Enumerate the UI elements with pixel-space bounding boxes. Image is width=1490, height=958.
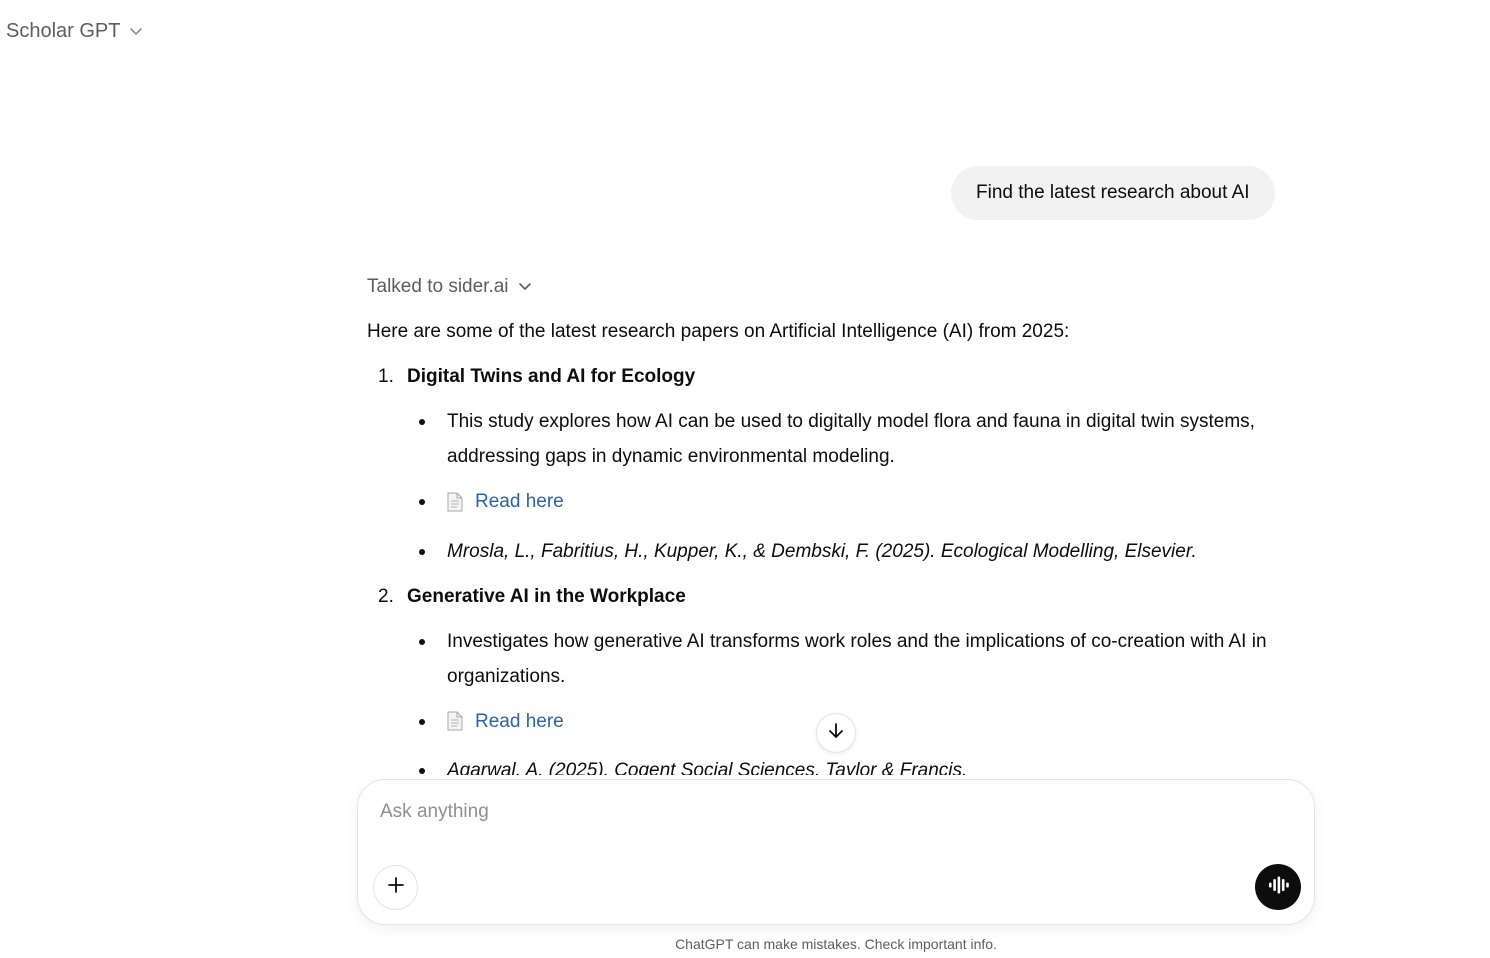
bullet-dot: [419, 638, 425, 645]
paper-summary: This study explores how AI can be used t…: [367, 404, 1287, 474]
model-name: Scholar GPT: [6, 19, 121, 42]
bullet-dot: [419, 499, 425, 505]
chevron-down-icon: [517, 278, 533, 294]
plus-icon: [386, 875, 406, 900]
paper-title: Digital Twins and AI for Ecology: [407, 366, 696, 387]
disclaimer: ChatGPT can make mistakes. Check importa…: [675, 936, 997, 952]
chevron-down-icon: [128, 23, 144, 39]
paper-list: 1. Digital Twins and AI for Ecology This…: [367, 359, 1287, 775]
paper-citation: Mrosla, L., Fabritius, H., Kupper, K., &…: [367, 534, 1287, 569]
user-message: Find the latest research about AI: [951, 166, 1275, 220]
tool-status-text: Talked to sider.ai: [367, 275, 509, 297]
paper-citation-text: Agarwal, A. (2025). Cogent Social Scienc…: [447, 760, 968, 775]
voice-mode-button[interactable]: [1255, 864, 1301, 910]
composer: [357, 779, 1315, 925]
read-here-link[interactable]: Read here: [475, 704, 564, 739]
read-here-link[interactable]: Read here: [475, 484, 564, 519]
paper-item: 1. Digital Twins and AI for Ecology This…: [367, 359, 1287, 569]
bullet-dot: [419, 768, 425, 774]
paper-link: Read here: [367, 484, 1287, 524]
document-icon: [447, 492, 463, 512]
response-intro: Here are some of the latest research pap…: [367, 321, 1070, 342]
paper-citation: Agarwal, A. (2025). Cogent Social Scienc…: [367, 753, 1287, 775]
paper-number: 1.: [378, 366, 394, 387]
arrow-down-icon: [826, 721, 846, 746]
bullet-dot: [419, 548, 425, 555]
bullet-dot: [419, 718, 425, 725]
user-message-text: Find the latest research about AI: [976, 182, 1250, 203]
bullet-dot: [419, 419, 425, 425]
document-icon: [447, 711, 463, 731]
paper-number: 2.: [378, 585, 394, 607]
paper-citation-text: Mrosla, L., Fabritius, H., Kupper, K., &…: [447, 540, 1197, 562]
model-selector[interactable]: Scholar GPT: [6, 18, 144, 44]
paper-summary: Investigates how generative AI transform…: [367, 624, 1287, 694]
paper-summary-text: Investigates how generative AI transform…: [447, 630, 1267, 687]
paper-details: This study explores how AI can be used t…: [367, 404, 1287, 569]
paper-details: Investigates how generative AI transform…: [367, 624, 1287, 775]
scroll-to-bottom-button[interactable]: [816, 713, 856, 753]
assistant-message: Talked to sider.ai Here are some of the …: [367, 270, 1287, 776]
voice-waveform-icon: [1267, 874, 1289, 901]
tool-status-toggle[interactable]: Talked to sider.ai: [367, 270, 1287, 302]
prompt-input[interactable]: [378, 794, 1238, 830]
paper-summary-text: This study explores how AI can be used t…: [447, 411, 1255, 467]
paper-title: Generative AI in the Workplace: [407, 585, 686, 607]
add-attachment-button[interactable]: [373, 865, 418, 910]
